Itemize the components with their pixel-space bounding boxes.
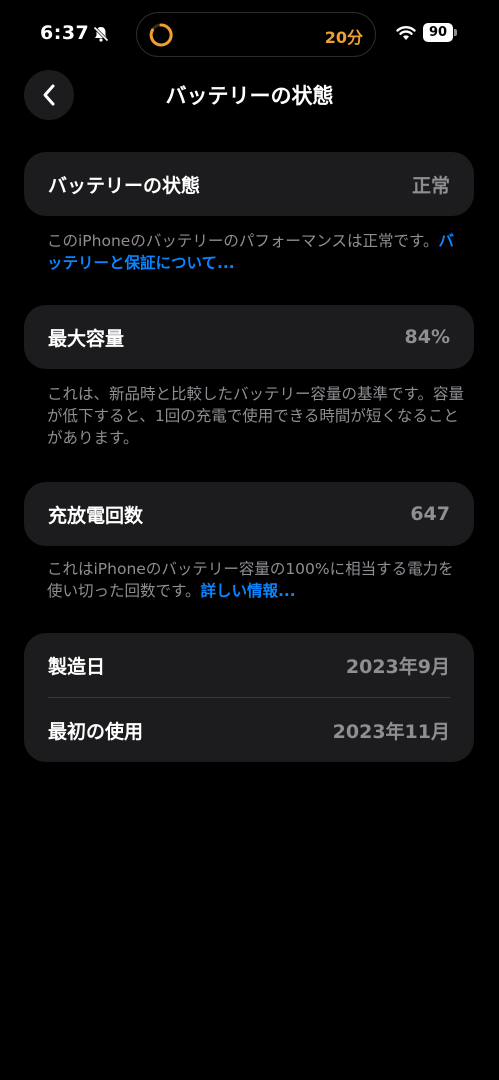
timer-remaining: 20分 [324, 28, 363, 47]
first-use-label: 最初の使用 [48, 720, 144, 743]
cycle-count-card: 充放電回数 647 [24, 482, 474, 546]
maximum-capacity-value: 84% [404, 326, 450, 348]
timer-icon [149, 23, 173, 47]
cycle-count-footnote: これはiPhoneのバッテリー容量の100%に相当する電力を使い切った回数です。… [47, 558, 467, 602]
maximum-capacity-row: 最大容量 84% [24, 305, 474, 369]
manufacture-date-row: 製造日 2023年9月 [24, 633, 474, 697]
wifi-icon [396, 26, 416, 40]
bell-slash-icon [92, 25, 110, 43]
battery-dates-card: 製造日 2023年9月 最初の使用 2023年11月 [24, 633, 474, 762]
cycle-count-row: 充放電回数 647 [24, 482, 474, 546]
battery-health-value: 正常 [411, 174, 450, 197]
battery-level: 90 [423, 23, 453, 42]
cycle-count-label: 充放電回数 [48, 504, 144, 527]
maximum-capacity-card: 最大容量 84% [24, 305, 474, 369]
battery-icon: 90 [423, 23, 457, 42]
maximum-capacity-footnote: これは、新品時と比較したバッテリー容量の基準です。容量が低下すると、1回の充電で… [47, 385, 464, 447]
battery-health-description: このiPhoneのバッテリーのパフォーマンスは正常です。 [47, 232, 439, 250]
status-bar: 6:37 20分 90 [0, 0, 499, 70]
status-time: 6:37 [40, 22, 90, 44]
first-use-value: 2023年11月 [332, 720, 450, 743]
battery-health-footnote: このiPhoneのバッテリーのパフォーマンスは正常です。バッテリーと保証について… [47, 230, 467, 274]
battery-health-row: バッテリーの状態 正常 [24, 152, 474, 216]
manufacture-date-value: 2023年9月 [345, 655, 450, 678]
maximum-capacity-label: 最大容量 [48, 327, 125, 350]
battery-health-label: バッテリーの状態 [48, 174, 201, 197]
first-use-row: 最初の使用 2023年11月 [24, 698, 474, 762]
battery-health-card: バッテリーの状態 正常 [24, 152, 474, 216]
navigation-bar: バッテリーの状態 [0, 68, 499, 122]
more-info-link[interactable]: 詳しい情報... [200, 582, 295, 600]
manufacture-date-label: 製造日 [48, 655, 106, 678]
dynamic-island[interactable]: 20分 [136, 12, 376, 57]
cycle-count-value: 647 [410, 503, 450, 525]
page-title: バッテリーの状態 [165, 84, 334, 108]
